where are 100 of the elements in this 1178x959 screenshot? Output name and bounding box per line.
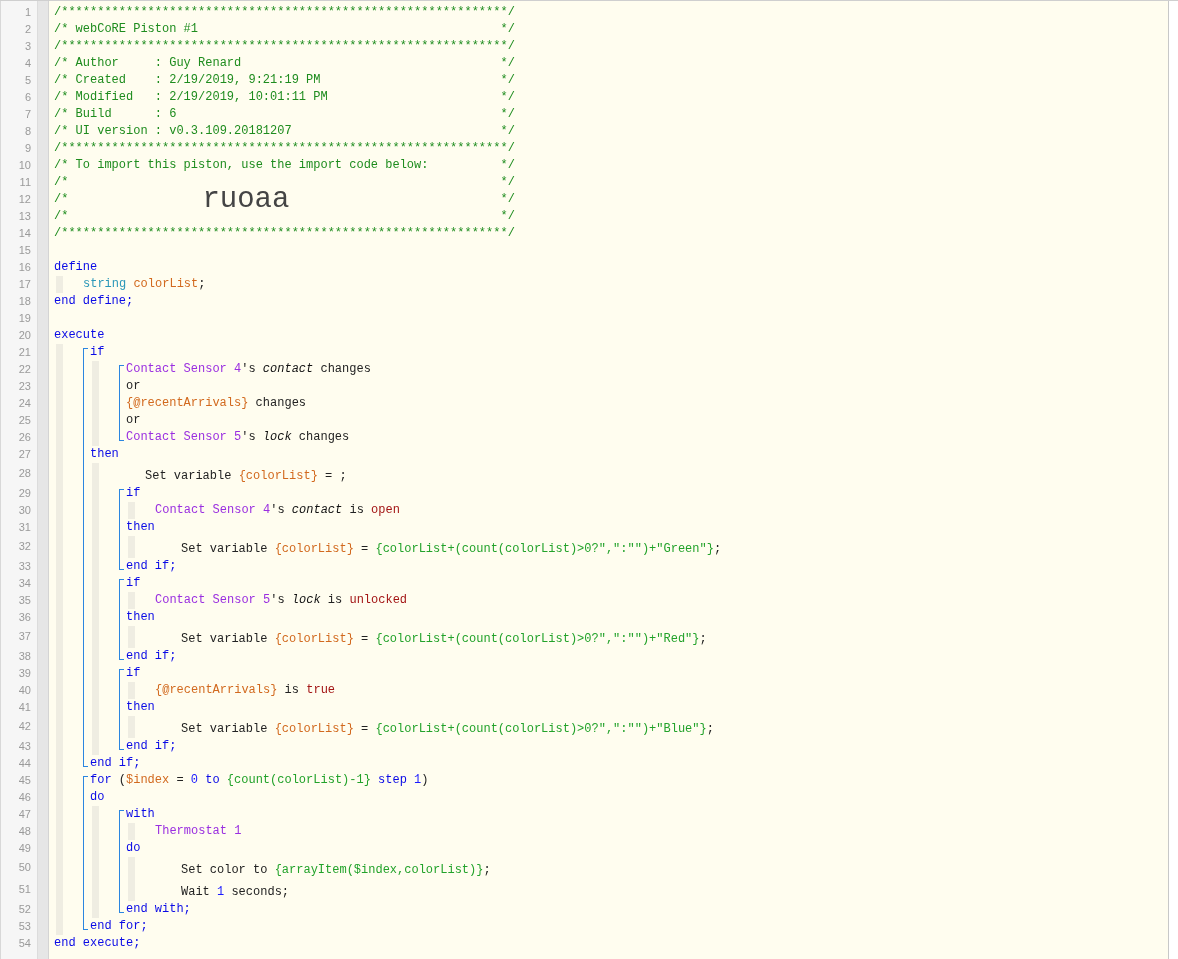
- code-text: or: [126, 412, 141, 429]
- line-number: 38: [18, 649, 31, 664]
- line-number: 10: [18, 158, 31, 173]
- code-text: ;: [706, 721, 714, 738]
- code-keyword: define: [54, 259, 98, 276]
- code-comment: /**************************************************************/: [54, 140, 515, 157]
- code-keyword: do: [126, 840, 141, 857]
- line-number: 21: [18, 345, 31, 360]
- code-variable: colorList: [132, 276, 199, 293]
- code-keyword: then: [126, 699, 155, 716]
- line-number: 6: [24, 90, 31, 105]
- code-expression: {colorList+(count(colorList)>0?",":"")+"Blue"}: [375, 721, 707, 738]
- code-text: (: [117, 772, 126, 789]
- line-number: 9: [24, 141, 31, 156]
- code-text: is: [283, 682, 301, 699]
- code-variable: {colorList}: [274, 721, 354, 738]
- line-number: 50: [18, 860, 31, 875]
- code-keyword: end with;: [126, 901, 191, 918]
- code-value: open: [371, 502, 400, 519]
- code-text: ;: [483, 862, 491, 879]
- line-number: 26: [18, 430, 31, 445]
- code-keyword: with: [126, 806, 155, 823]
- code-text: Wait: [181, 884, 211, 901]
- code-text: = ;: [324, 468, 347, 485]
- code-comment: /**************************************************************/: [54, 225, 515, 242]
- line-number: 27: [18, 447, 31, 462]
- code-value: true: [306, 682, 336, 699]
- code-keyword: execute: [54, 327, 105, 344]
- line-number: 20: [18, 328, 31, 343]
- code-comment: */: [500, 55, 515, 72]
- line-number: 2: [24, 22, 31, 37]
- code-expression: {arrayItem($index,colorList)}: [274, 862, 484, 879]
- code-keyword: if: [126, 665, 141, 682]
- code-text: 's: [241, 361, 257, 378]
- line-number: 42: [18, 719, 31, 734]
- device-name: Contact Sensor 5: [155, 592, 271, 609]
- code-comment: */: [500, 89, 515, 106]
- code-text: 's: [241, 429, 257, 446]
- code-text: =: [360, 721, 370, 738]
- code-text: =: [360, 541, 370, 558]
- line-number: 53: [18, 919, 31, 934]
- code-text: ): [421, 772, 429, 789]
- code-keyword: do: [90, 789, 105, 806]
- line-number: 4: [24, 56, 31, 71]
- code-comment: */: [500, 106, 515, 123]
- code-text: 's: [270, 502, 286, 519]
- code-variable: {colorList}: [274, 541, 354, 558]
- code-text: Set variable: [181, 541, 269, 558]
- code-variable: $index: [126, 772, 170, 789]
- line-number: 17: [18, 277, 31, 292]
- code-text: or: [126, 378, 141, 395]
- code-comment: */: [500, 208, 515, 225]
- code-text: Set color to: [181, 862, 269, 879]
- line-number: 5: [24, 73, 31, 88]
- code-keyword: step: [377, 772, 407, 789]
- code-number: 1: [413, 772, 422, 789]
- line-number: 11: [19, 175, 31, 190]
- code-comment: /**************************************************************/: [54, 4, 515, 21]
- line-number: 8: [24, 124, 31, 139]
- code-comment: /* UI version : v0.3.109.20181207: [54, 123, 292, 140]
- line-number: 51: [18, 882, 31, 897]
- code-expression: {colorList+(count(colorList)>0?",":"")+"Red"}: [375, 631, 700, 648]
- code-keyword: to: [204, 772, 220, 789]
- line-number: 12: [18, 192, 31, 207]
- line-number: 43: [18, 739, 31, 754]
- line-number: 33: [18, 559, 31, 574]
- line-number: 37: [18, 629, 31, 644]
- line-number: 16: [18, 260, 31, 275]
- attribute-name: contact: [262, 361, 314, 378]
- line-number: 54: [18, 936, 31, 951]
- code-comment: */: [500, 191, 515, 208]
- code-type: string: [83, 276, 127, 293]
- line-number: 40: [18, 683, 31, 698]
- code-comment: /* Created : 2/19/2019, 9:21:19 PM: [54, 72, 321, 89]
- code-keyword: end execute;: [54, 935, 141, 952]
- code-keyword: end if;: [126, 558, 177, 575]
- code-expression: {count(colorList)-1}: [225, 772, 371, 789]
- code-variable: {colorList}: [238, 468, 318, 485]
- attribute-name: lock: [262, 429, 292, 446]
- device-name: Contact Sensor 4: [126, 361, 242, 378]
- line-number: 31: [18, 520, 31, 535]
- code-number: 1: [217, 884, 225, 901]
- code-text: =: [175, 772, 185, 789]
- code-keyword: for: [90, 772, 112, 789]
- code-comment: /* webCoRE Piston #1: [54, 21, 199, 38]
- line-number: 44: [18, 756, 31, 771]
- line-number: 22: [18, 362, 31, 377]
- line-number: 41: [18, 700, 31, 715]
- line-number: 25: [18, 413, 31, 428]
- code-keyword: then: [90, 446, 119, 463]
- code-comment: /*: [54, 174, 69, 191]
- code-comment: */: [500, 72, 515, 89]
- code-keyword: if: [126, 485, 141, 502]
- code-keyword: then: [126, 609, 155, 626]
- line-number: 49: [18, 841, 31, 856]
- code-expression: {colorList+(count(colorList)>0?",":"")+"Green"}: [375, 541, 714, 558]
- code-text: changes: [319, 361, 371, 378]
- device-name: Contact Sensor 4: [155, 502, 271, 519]
- code-number: 0: [190, 772, 199, 789]
- code-text: 's: [270, 592, 286, 609]
